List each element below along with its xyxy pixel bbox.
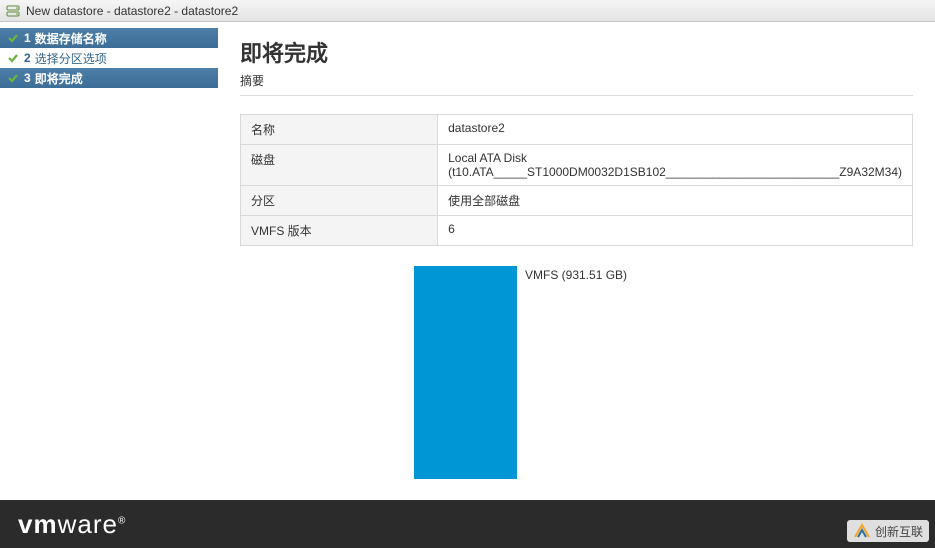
step-label: 即将完成	[35, 70, 83, 87]
check-icon	[6, 51, 20, 65]
table-row: 分区 使用全部磁盘	[241, 186, 913, 216]
step-number: 1	[24, 31, 31, 45]
step-number: 3	[24, 71, 31, 85]
page-title: 即将完成	[240, 36, 913, 68]
datastore-icon	[6, 4, 20, 18]
wizard-content: 即将完成 摘要 名称 datastore2 磁盘 Local ATA Disk …	[218, 22, 935, 548]
vmware-logo-prefix: vm	[18, 509, 58, 539]
registered-mark-icon: ®	[118, 515, 126, 526]
summary-value: Local ATA Disk (t10.ATA_____ST1000DM0032…	[438, 145, 913, 186]
summary-table: 名称 datastore2 磁盘 Local ATA Disk (t10.ATA…	[240, 114, 913, 246]
watermark: 创新互联	[847, 520, 929, 542]
step-label: 数据存储名称	[35, 30, 107, 47]
summary-key: VMFS 版本	[241, 216, 438, 246]
partition-layout: VMFS (931.51 GB)	[240, 266, 913, 479]
summary-key: 磁盘	[241, 145, 438, 186]
page-subtitle: 摘要	[240, 72, 913, 89]
table-row: VMFS 版本 6	[241, 216, 913, 246]
wizard-sidebar: 1 数据存储名称 2 选择分区选项 3 即将完成	[0, 22, 218, 548]
table-row: 名称 datastore2	[241, 115, 913, 145]
summary-value: 使用全部磁盘	[438, 186, 913, 216]
divider	[240, 95, 913, 96]
step-label: 选择分区选项	[35, 50, 107, 67]
footer: vmware®	[0, 500, 935, 548]
wizard-step-3[interactable]: 3 即将完成	[0, 68, 218, 88]
summary-value: datastore2	[438, 115, 913, 145]
summary-value: 6	[438, 216, 913, 246]
check-icon	[6, 71, 20, 85]
table-row: 磁盘 Local ATA Disk (t10.ATA_____ST1000DM0…	[241, 145, 913, 186]
partition-label: VMFS (931.51 GB)	[525, 266, 627, 282]
wizard-step-2[interactable]: 2 选择分区选项	[0, 48, 218, 68]
window-title: New datastore - datastore2 - datastore2	[26, 4, 238, 18]
wizard-step-1[interactable]: 1 数据存储名称	[0, 28, 218, 48]
summary-key: 名称	[241, 115, 438, 145]
window-titlebar: New datastore - datastore2 - datastore2	[0, 0, 935, 22]
step-number: 2	[24, 51, 31, 65]
vmware-logo-suffix: ware	[58, 509, 118, 539]
watermark-text: 创新互联	[875, 523, 923, 540]
vmware-logo: vmware®	[18, 509, 126, 540]
watermark-icon	[853, 522, 871, 540]
summary-key: 分区	[241, 186, 438, 216]
check-icon	[6, 31, 20, 45]
partition-block-vmfs	[414, 266, 517, 479]
